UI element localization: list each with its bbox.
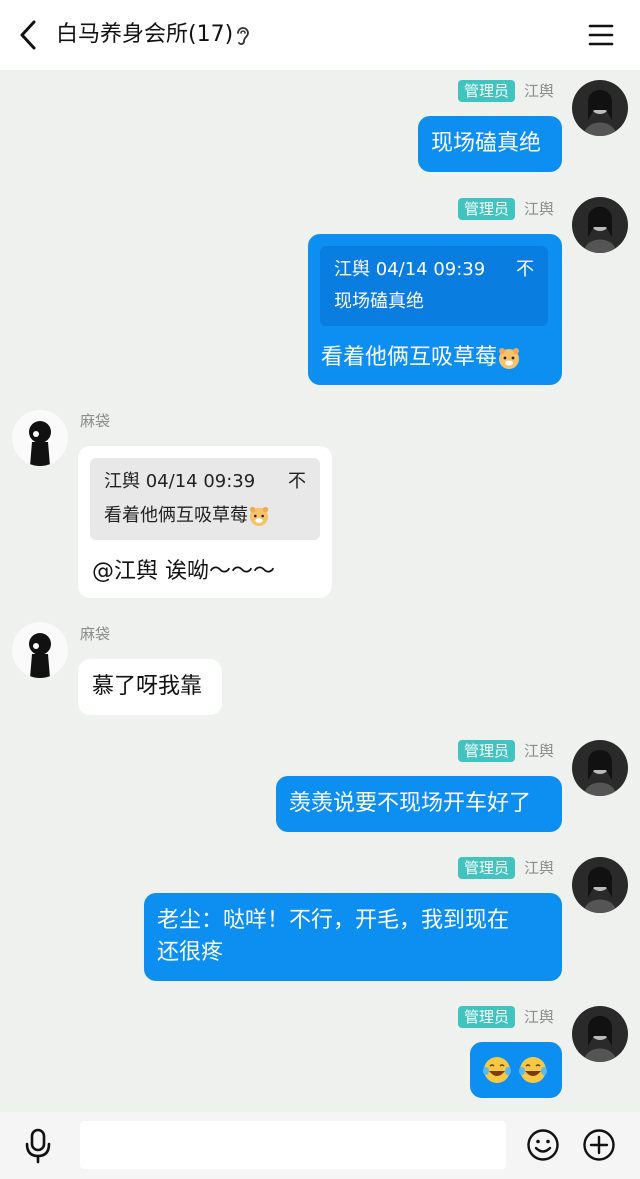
hamster-emoji-icon <box>499 348 520 369</box>
sender-name: 江舆 <box>524 742 555 760</box>
message-text: @江舆 诶呦～～～ <box>92 559 275 584</box>
quote-text: 看着他俩互吸草莓 <box>104 504 270 528</box>
microphone-icon[interactable] <box>22 1128 54 1164</box>
sender-name: 江舆 <box>524 200 555 218</box>
admin-badge: 管理员 <box>458 198 516 220</box>
message-bubble[interactable]: 现场磕真绝 <box>418 116 562 172</box>
avatar[interactable] <box>572 740 628 796</box>
message-text: 羡羡说要不现场开车好了 <box>289 791 532 816</box>
avatar[interactable] <box>12 410 68 466</box>
top-bar: 白马养身会所(17) <box>0 0 640 70</box>
admin-badge: 管理员 <box>458 80 516 102</box>
message-bubble[interactable]: 羡羡说要不现场开车好了 <box>276 776 562 832</box>
message-bubble[interactable]: 江舆 04/14 09:39 不 看着他俩互吸草莓 @江舆 诶呦～～～ <box>78 446 332 598</box>
quoted-message[interactable]: 江舆 04/14 09:39 不 看着他俩互吸草莓 <box>90 458 320 540</box>
admin-badge: 管理员 <box>458 1006 516 1028</box>
quote-mark: 不 <box>288 471 306 492</box>
sender-name: 江舆 <box>524 82 555 100</box>
back-arrow-icon[interactable] <box>14 18 44 52</box>
emoji-icon[interactable] <box>526 1128 560 1162</box>
avatar[interactable] <box>572 1006 628 1062</box>
quote-author: 江舆 04/14 09:39 <box>334 259 486 280</box>
quoted-message[interactable]: 江舆 04/14 09:39 不 现场磕真绝 <box>320 246 548 326</box>
group-title: 白马养身会所(17) <box>56 22 234 47</box>
message-text-line-2: 还很疼 <box>157 940 224 965</box>
message-list[interactable]: 管理员 江舆 现场磕真绝 管理员 江舆 江舆 04/14 09:39 不 现场磕… <box>0 70 640 1112</box>
sender-name: 江舆 <box>524 1008 555 1026</box>
avatar[interactable] <box>572 80 628 136</box>
ear-icon <box>237 27 249 45</box>
avatar[interactable] <box>572 857 628 913</box>
sender-name: 麻袋 <box>80 625 111 643</box>
admin-badge: 管理员 <box>458 857 516 879</box>
message-text: 看着他俩互吸草莓 <box>321 342 521 374</box>
avatar[interactable] <box>572 197 628 253</box>
message-bubble[interactable]: 老尘：哒咩！不行，开毛，我到现在 还很疼 <box>144 893 562 981</box>
message-bubble[interactable]: 江舆 04/14 09:39 不 现场磕真绝 看着他俩互吸草莓 <box>308 234 562 385</box>
quote-text: 现场磕真绝 <box>334 291 424 312</box>
quote-author: 江舆 04/14 09:39 <box>104 471 256 492</box>
message-bubble[interactable]: 慕了呀我靠 <box>78 659 222 715</box>
sender-name: 江舆 <box>524 859 555 877</box>
input-bar <box>0 1112 640 1179</box>
laughing-tears-emoji-icon <box>519 1057 547 1083</box>
message-text: 慕了呀我靠 <box>92 674 203 699</box>
admin-badge: 管理员 <box>458 740 516 762</box>
menu-icon[interactable] <box>586 20 616 50</box>
message-text-line-1: 老尘：哒咩！不行，开毛，我到现在 <box>157 908 510 933</box>
quote-mark: 不 <box>516 259 534 280</box>
plus-circle-icon[interactable] <box>582 1128 616 1162</box>
message-input[interactable] <box>80 1121 506 1169</box>
message-text: 现场磕真绝 <box>431 131 542 156</box>
avatar[interactable] <box>12 622 68 678</box>
message-bubble[interactable] <box>470 1042 562 1098</box>
hamster-emoji-icon <box>249 506 269 527</box>
laughing-tears-emoji-icon <box>483 1057 511 1083</box>
sender-name: 麻袋 <box>80 412 111 430</box>
